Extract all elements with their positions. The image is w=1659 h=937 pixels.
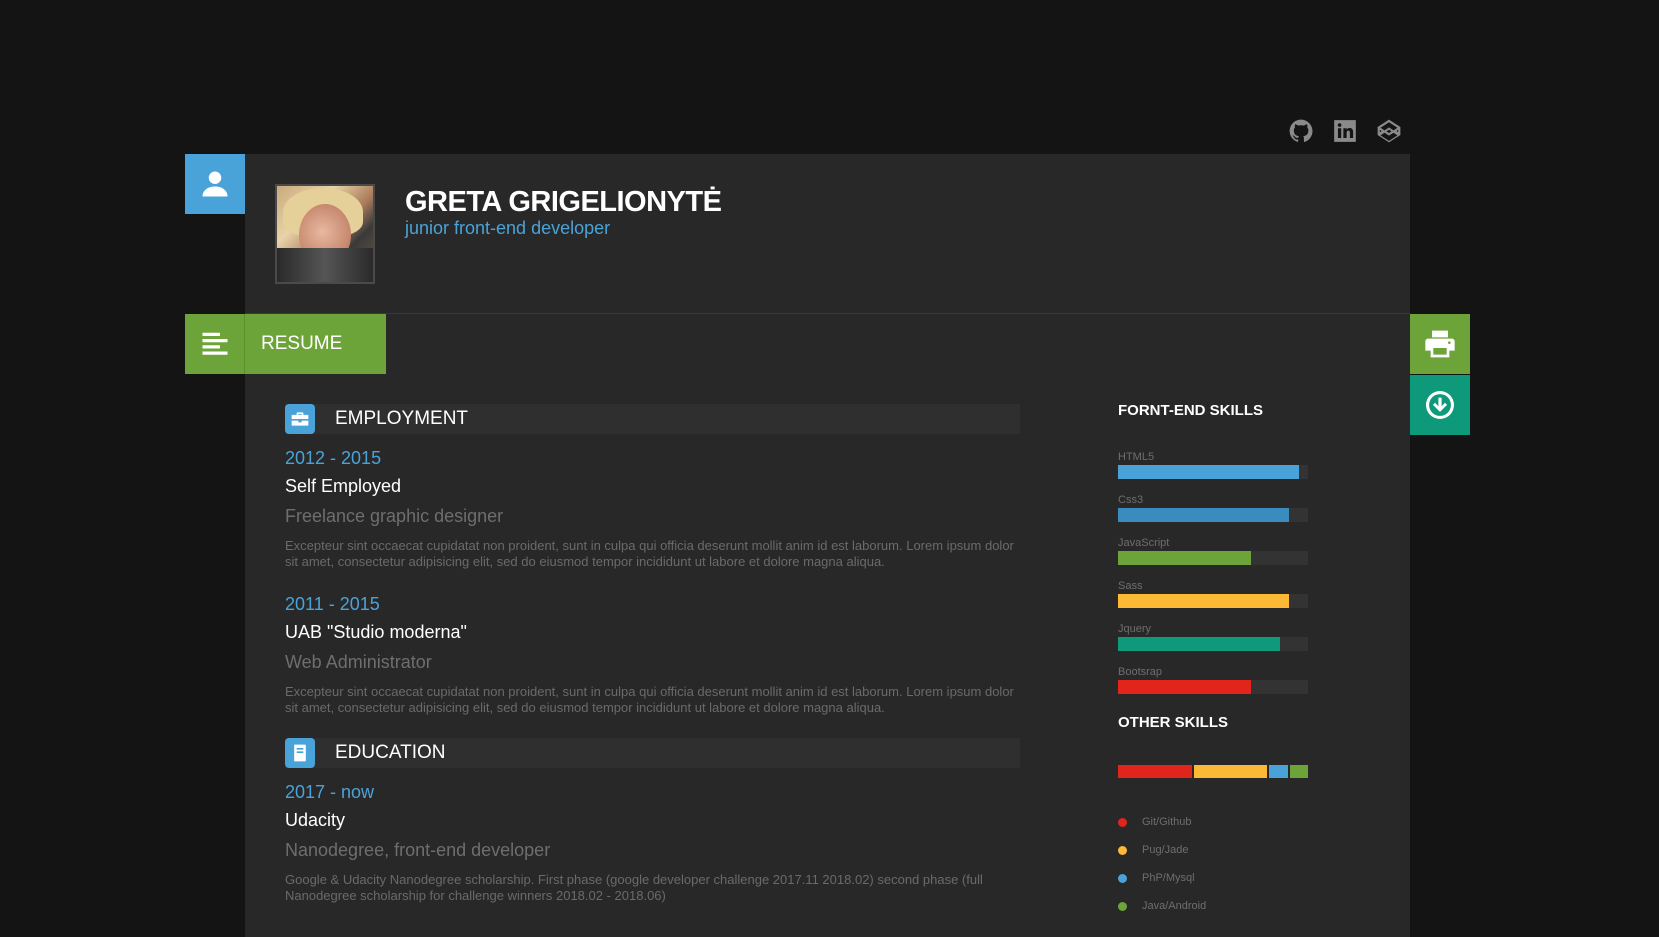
skill-bar-track	[1118, 551, 1308, 565]
skill-name: HTML5	[1118, 451, 1155, 463]
skill-name: Jquery	[1118, 623, 1152, 635]
profile-name: GRETA GRIGELIONYTĖ	[405, 186, 722, 218]
skill-item: Css3	[1118, 492, 1308, 522]
entry-position: Freelance graphic designer	[285, 506, 504, 526]
entry-description: Excepteur sint occaecat cupidatat non pr…	[285, 538, 1014, 569]
book-icon	[285, 738, 315, 768]
skills-sidebar: FORNT-END SKILLS HTML5 Css3 JavaScript Sass…	[1118, 402, 1308, 920]
entry-description: Excepteur sint occaecat cupidatat non pr…	[285, 684, 1014, 715]
entry-item: 2011 - 2015 UAB "Studio moderna" Web Admin…	[285, 592, 1020, 716]
legend-label: Java/Android	[1142, 900, 1207, 912]
menu-icon	[185, 314, 245, 374]
skill-name: JavaScript	[1118, 537, 1170, 549]
skill-item: HTML5	[1118, 449, 1308, 479]
legend-dot	[1118, 817, 1127, 827]
employment-header: EMPLOYMENT	[285, 404, 1020, 434]
legend-dot	[1118, 845, 1127, 855]
skill-bar-track	[1118, 594, 1308, 608]
skill-item: Bootsrap	[1118, 664, 1308, 694]
skill-bar-fill	[1118, 551, 1251, 565]
skill-bar-track	[1118, 680, 1308, 694]
skill-name: Sass	[1118, 580, 1143, 592]
github-icon[interactable]	[1288, 118, 1314, 144]
entry-position: Nanodegree, front-end developer	[285, 840, 551, 860]
education-header: EDUCATION	[285, 738, 1020, 768]
entry-organization: UAB "Studio moderna"	[285, 622, 467, 642]
profile-photo	[275, 184, 375, 284]
skill-item: Jquery	[1118, 621, 1308, 651]
skill-bar-track	[1118, 465, 1308, 479]
entry-years: 2017 - now	[285, 782, 375, 802]
section-title: EMPLOYMENT	[335, 408, 469, 429]
legend-item: Java/Android	[1118, 892, 1308, 920]
briefcase-icon	[285, 404, 315, 434]
legend-dot	[1118, 873, 1127, 883]
skill-bar-fill	[1118, 508, 1289, 522]
entry-item: 2012 - 2015 Self Employed Freelance graphi…	[285, 446, 1020, 570]
resume-tab[interactable]: RESUME	[185, 314, 387, 374]
print-button[interactable]	[1410, 314, 1470, 374]
download-button[interactable]	[1410, 375, 1470, 435]
legend-item: Git/Github	[1118, 808, 1308, 836]
download-icon	[1425, 391, 1454, 419]
other-skills-bar	[1118, 765, 1308, 778]
skill-item: JavaScript	[1118, 535, 1308, 565]
legend-item: Pug/Jade	[1118, 836, 1308, 864]
social-links	[1288, 118, 1402, 144]
legend-dot	[1118, 901, 1127, 911]
printer-icon	[1425, 330, 1455, 358]
skill-bar-fill	[1118, 680, 1251, 694]
other-skill-segment	[1193, 765, 1268, 778]
main-content: EMPLOYMENT 2012 - 2015 Self Employed Freel…	[285, 404, 1020, 926]
skill-bar-track	[1118, 637, 1308, 651]
other-skill-segment	[1118, 765, 1192, 778]
skill-bar-fill	[1118, 594, 1289, 608]
skill-bar-track	[1118, 508, 1308, 522]
legend-label: PhP/Mysql	[1142, 872, 1195, 884]
entry-organization: Self Employed	[285, 476, 402, 496]
profile-role: junior front-end developer	[405, 218, 611, 238]
skill-item: Sass	[1118, 578, 1308, 608]
entry-years: 2011 - 2015	[285, 594, 380, 614]
codepen-icon[interactable]	[1376, 118, 1402, 144]
entry-item: 2017 - now Udacity Nanodegree, front-end d…	[285, 780, 1020, 904]
skill-bar-fill	[1118, 465, 1299, 479]
skill-name: Css3	[1118, 494, 1144, 506]
entry-years: 2012 - 2015	[285, 448, 382, 468]
skill-name: Bootsrap	[1118, 666, 1163, 678]
profile-tab[interactable]	[185, 154, 245, 214]
other-skills-legend: Git/Github Pug/Jade PhP/Mysql Java/Android	[1118, 808, 1308, 920]
legend-item: PhP/Mysql	[1118, 864, 1308, 892]
other-skills-title: OTHER SKILLS	[1118, 714, 1229, 731]
entry-description: Google & Udacity Nanodegree scholarship.…	[285, 872, 983, 903]
legend-label: Git/Github	[1142, 816, 1192, 828]
resume-tab-label: RESUME	[245, 314, 387, 374]
legend-label: Pug/Jade	[1142, 844, 1189, 856]
other-skill-segment	[1269, 765, 1288, 778]
frontend-skills-title: FORNT-END SKILLS	[1118, 402, 1263, 419]
resume-card: GRETA GRIGELIONYTĖ junior front-end deve…	[245, 154, 1410, 937]
section-title: EDUCATION	[335, 742, 446, 763]
profile-header: GRETA GRIGELIONYTĖ junior front-end deve…	[245, 154, 1410, 314]
entry-position: Web Administrator	[285, 652, 432, 672]
user-icon	[202, 171, 228, 197]
skill-bar-fill	[1118, 637, 1280, 651]
other-skill-segment	[1289, 765, 1308, 778]
entry-organization: Udacity	[285, 810, 346, 830]
linkedin-icon[interactable]	[1332, 118, 1358, 144]
